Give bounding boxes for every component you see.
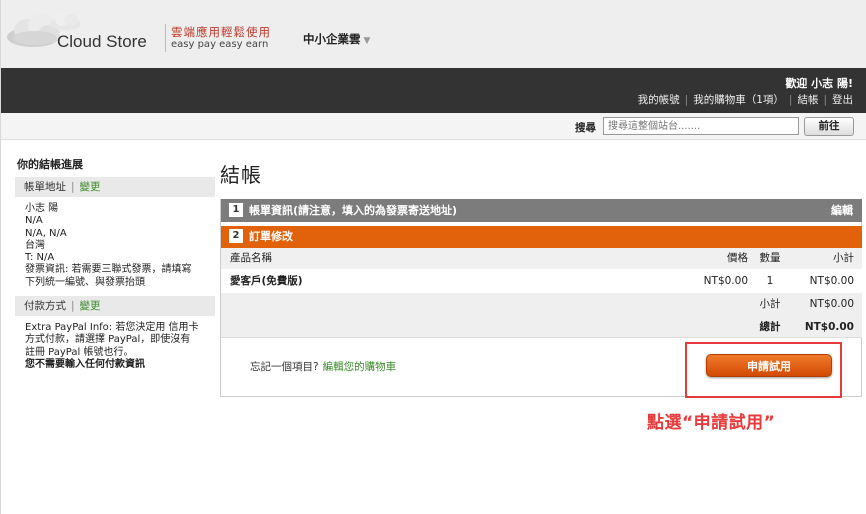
forgot-item-note: 忘記一個項目? 編輯您的購物車: [250, 359, 396, 374]
edit-cart-link[interactable]: 編輯您的購物車: [323, 361, 397, 373]
billing-address-details: 小志 陽 N/A N/A, N/A 台灣 T: N/A 發票資訊: 若需要三聯式…: [15, 197, 215, 296]
payment-line: 方式付款，請選擇 PayPal，即使沒有: [25, 334, 191, 346]
billing-line: 台灣: [25, 239, 45, 251]
billing-line: 小志 陽: [25, 203, 59, 214]
step-order-review: 2 訂單修改: [221, 226, 862, 248]
my-account-link[interactable]: 我的帳號: [638, 94, 680, 106]
my-cart-link[interactable]: 我的購物車（1項）: [693, 94, 784, 106]
progress-title: 你的結帳進展: [17, 158, 83, 171]
subtotal-row: 小計 NT$0.00: [221, 293, 862, 316]
search-go-button[interactable]: 前往: [804, 117, 854, 136]
billing-line: 下列統一編號、與發票抬頭: [25, 276, 145, 288]
step-number: 1: [229, 203, 243, 217]
col-price: 價格: [727, 252, 748, 264]
billing-edit-link[interactable]: 編輯: [831, 199, 853, 222]
welcome-message: 歡迎 小志 陽!: [785, 77, 853, 90]
step-number: 2: [229, 229, 243, 243]
payment-method-header: 付款方式 | 變更: [15, 296, 215, 317]
user-links: 我的帳號 | 我的購物車（1項） | 結帳 | 登出: [638, 92, 853, 107]
product-price: NT$0.00: [703, 275, 748, 287]
billing-line: T: N/A: [25, 252, 55, 264]
checkout-page: Cloud Store 雲端應用輕鬆使用 easy pay easy earn …: [0, 0, 866, 514]
billing-address-label: 帳單地址: [24, 181, 66, 193]
col-subtotal: 小計: [833, 252, 854, 264]
slogan-english: easy pay easy earn: [171, 39, 269, 50]
step-billing-info[interactable]: 1 帳單資訊(請注意，填入的為發票寄送地址) 編輯: [221, 199, 862, 222]
apply-trial-button[interactable]: 申請試用: [706, 354, 832, 377]
search-input[interactable]: [603, 117, 799, 135]
billing-line: 發票資訊: 若需要三聯式發票，請填寫: [25, 264, 192, 276]
total-label: 總計: [759, 321, 781, 333]
separator: |: [684, 94, 689, 106]
page-title: 結帳: [220, 163, 262, 187]
product-subtotal: NT$0.00: [809, 275, 854, 287]
subtotal-label: 小計: [759, 298, 781, 310]
total-value: NT$0.00: [804, 321, 854, 333]
user-bar: 歡迎 小志 陽! 我的帳號 | 我的購物車（1項） | 結帳 | 登出: [1, 68, 866, 113]
billing-address-header: 帳單地址 | 變更: [15, 177, 215, 197]
checkout-link[interactable]: 結帳: [797, 94, 818, 106]
site-menu-label: 中小企業雲: [303, 32, 361, 46]
billing-line: N/A, N/A: [25, 227, 67, 239]
checkout-progress-sidebar: 你的結帳進展 帳單地址 | 變更 小志 陽 N/A N/A, N/A 台灣 T: N…: [15, 152, 215, 378]
instruction-callout: 點選“申請試用”: [647, 413, 776, 433]
step-billing-label: 帳單資訊(請注意，填入的為發票寄送地址): [249, 204, 458, 217]
total-row: 總計 NT$0.00: [221, 316, 862, 338]
small-cloud-icon: [49, 12, 81, 30]
payment-method-label: 付款方式: [24, 300, 66, 313]
forgot-item-text: 忘記一個項目?: [250, 361, 319, 373]
payment-change-link[interactable]: 變更: [80, 300, 101, 312]
subtotal-value: NT$0.00: [809, 298, 854, 310]
site-menu-dropdown[interactable]: 中小企業雲 ▼: [303, 31, 370, 47]
product-name: 愛客戶(免費版): [230, 275, 303, 287]
separator: |: [71, 300, 75, 313]
logo-divider: [165, 24, 166, 52]
col-qty: 數量: [759, 252, 781, 264]
separator: |: [823, 94, 827, 106]
col-product-name: 產品名稱: [230, 252, 272, 264]
search-label: 搜尋: [575, 122, 596, 134]
billing-change-link[interactable]: 變更: [80, 181, 101, 193]
payment-line: Extra PayPal Info: 若您決定用 信用卡: [25, 322, 199, 334]
separator: |: [788, 94, 793, 106]
order-table-header: 產品名稱 價格 數量 小計: [221, 248, 862, 269]
step-order-label: 訂單修改: [249, 230, 293, 243]
search-bar: 搜尋 前往: [1, 113, 866, 140]
billing-line: N/A: [25, 215, 43, 227]
site-header: Cloud Store 雲端應用輕鬆使用 easy pay easy earn …: [1, 0, 866, 68]
payment-line: 註冊 PayPal 帳號也行。: [25, 346, 134, 358]
table-row: 愛客戶(免費版) NT$0.00 1 NT$0.00: [221, 269, 862, 293]
product-qty: 1: [766, 275, 774, 287]
payment-method-details: Extra PayPal Info: 若您決定用 信用卡 方式付款，請選擇 Pa…: [15, 316, 215, 378]
logo-text: Cloud Store: [57, 32, 147, 51]
caret-down-icon: ▼: [363, 36, 371, 46]
logout-link[interactable]: 登出: [832, 94, 853, 106]
slogan-chinese: 雲端應用輕鬆使用: [171, 25, 271, 39]
payment-note: 您不需要輸入任何付款資訊: [25, 358, 145, 370]
separator: |: [71, 181, 75, 193]
